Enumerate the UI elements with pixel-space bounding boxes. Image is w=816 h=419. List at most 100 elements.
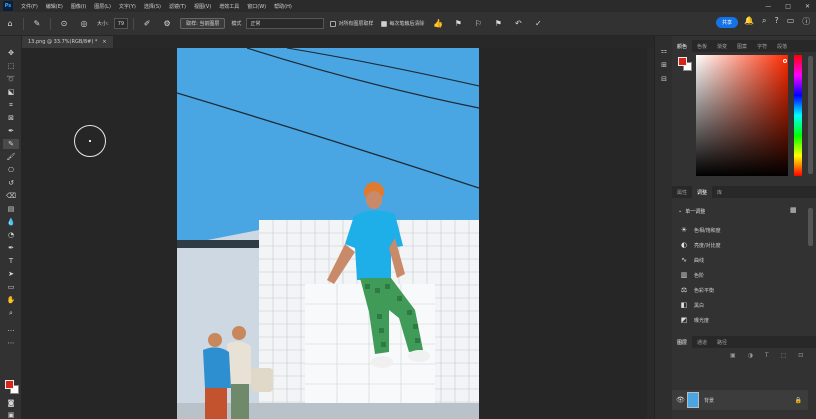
foreground-color-swatch[interactable] (5, 380, 14, 389)
tab-patterns[interactable]: 图案 (732, 40, 752, 52)
filter-type-icon[interactable]: T (765, 352, 769, 359)
adjustments-section-header[interactable]: ⌄ 单一调整 (678, 208, 705, 215)
healing-brush-icon[interactable]: ✎ (30, 17, 44, 31)
filter-pixel-icon[interactable]: ▣ (730, 352, 736, 359)
menu-layer[interactable]: 图层(L) (90, 3, 115, 10)
filter-smart-icon[interactable]: ⊡ (798, 352, 803, 359)
auto-clear-option[interactable]: 每次笔触后清除 (381, 20, 424, 27)
clone-stamp-tool-icon[interactable]: ⎔ (3, 165, 19, 175)
menu-help[interactable]: 帮助(H) (270, 3, 296, 10)
marquee-tool-icon[interactable]: ⬚ (3, 61, 19, 71)
edit-toolbar-icon[interactable]: ⋯ (3, 338, 19, 348)
photo-canvas[interactable] (177, 48, 479, 419)
mode-select[interactable]: 正常 (246, 18, 325, 29)
lasso-tool-icon[interactable]: ➰ (3, 74, 19, 84)
undo-icon[interactable]: ↶ (511, 17, 525, 31)
home-icon[interactable]: ⌂ (3, 17, 17, 31)
canvas-vertical-scrollbar[interactable] (647, 48, 654, 419)
menu-file[interactable]: 文件(F) (17, 3, 42, 10)
frame-tool-icon[interactable]: ⊠ (3, 113, 19, 123)
properties-panel-icon[interactable]: ⊟ (659, 74, 669, 84)
workspace-icon[interactable]: ▭ (787, 16, 795, 27)
hue-slider[interactable] (794, 55, 802, 176)
pressure-icon[interactable]: ✐ (140, 17, 154, 31)
sample-all-layers-checkbox[interactable] (330, 20, 337, 27)
adjustment-black-white[interactable]: ◧ 黑白 (680, 300, 704, 310)
gradient-tool-icon[interactable]: ▤ (3, 204, 19, 214)
flag-icon[interactable]: ⚑ (451, 17, 465, 31)
tab-paragraph[interactable]: 段落 (772, 40, 792, 52)
color-picker-field[interactable] (696, 55, 788, 176)
adjustments-scrollbar[interactable] (808, 208, 813, 246)
filter-adjust-icon[interactable]: ◑ (748, 352, 753, 359)
minimize-button[interactable]: — (765, 3, 771, 10)
brush-preset-icon[interactable]: ⊙ (57, 17, 71, 31)
close-window-button[interactable]: ✕ (805, 3, 810, 10)
menu-edit[interactable]: 编辑(E) (42, 3, 67, 10)
menu-plugins[interactable]: 增效工具 (215, 3, 243, 10)
sample-all-layers-option[interactable]: 对所有图层取样 (330, 20, 373, 27)
notifications-icon[interactable]: 🔔 (744, 16, 754, 27)
panel-foreground-color[interactable] (678, 57, 687, 66)
document-close-icon[interactable]: × (102, 39, 106, 45)
menu-image[interactable]: 图像(I) (67, 3, 90, 10)
sample-all-button[interactable]: 取样: 当前图层 (180, 18, 226, 29)
blur-tool-icon[interactable]: 💧 (3, 217, 19, 227)
tab-character[interactable]: 字符 (752, 40, 772, 52)
share-button[interactable]: 共享 (716, 17, 738, 28)
adjustment-curves[interactable]: ∿ 曲线 (680, 255, 704, 265)
adjustment-hue-saturation[interactable]: ☀ 色相/饱和度 (680, 225, 721, 235)
menu-window[interactable]: 窗口(W) (243, 3, 270, 10)
screen-mode-icon[interactable]: ▣ (3, 410, 19, 419)
help-icon[interactable]: ? (774, 16, 778, 27)
grid-view-icon[interactable]: ▦ (790, 206, 797, 214)
brush-size-field[interactable]: 79 (113, 18, 129, 29)
menu-type[interactable]: 文字(Y) (115, 3, 140, 10)
path-select-tool-icon[interactable]: ➤ (3, 269, 19, 279)
adjustment-levels[interactable]: ▥ 色阶 (680, 270, 704, 280)
rectangle-tool-icon[interactable]: ▭ (3, 282, 19, 292)
tab-swatches[interactable]: 色板 (692, 40, 712, 52)
tab-properties[interactable]: 属性 (672, 186, 692, 198)
visibility-eye-icon[interactable]: 👁 (676, 396, 685, 404)
adjustment-brightness-contrast[interactable]: ◐ 亮度/对比度 (680, 240, 721, 250)
tab-layers[interactable]: 图层 (672, 336, 693, 348)
filter-shape-icon[interactable]: ⬚ (781, 352, 787, 359)
tab-channels[interactable]: 通道 (692, 336, 712, 348)
history-brush-tool-icon[interactable]: ↺ (3, 178, 19, 188)
search-icon[interactable]: ⌕ (762, 16, 766, 27)
type-tool-icon[interactable]: T (3, 256, 19, 266)
tab-adjustments[interactable]: 调整 (692, 186, 713, 198)
thumb-up-icon[interactable]: 👍 (431, 17, 445, 31)
brush-settings-icon[interactable]: ◎ (77, 17, 91, 31)
menu-view[interactable]: 视图(V) (190, 3, 215, 10)
canvas-area[interactable] (22, 48, 654, 419)
document-tab[interactable]: 13.png @ 33.7%(RGB/8#) * × (22, 36, 113, 48)
adjustment-exposure[interactable]: ◩ 曝光度 (680, 315, 709, 325)
maximize-button[interactable]: □ (785, 3, 791, 10)
quick-mask-icon[interactable]: ◙ (3, 398, 19, 408)
layer-row-background[interactable]: 👁 背景 🔒 (672, 390, 808, 410)
tab-paths[interactable]: 路径 (712, 336, 732, 348)
tab-libraries[interactable]: 库 (712, 186, 727, 198)
color-panel-scrollbar[interactable] (808, 56, 813, 174)
info-icon[interactable]: ⓘ (802, 16, 810, 27)
menu-filter[interactable]: 滤镜(T) (165, 3, 190, 10)
eraser-tool-icon[interactable]: ⌫ (3, 191, 19, 201)
tab-color[interactable]: 颜色 (672, 40, 693, 52)
healing-brush-tool-icon[interactable]: ✎ (3, 139, 19, 149)
dodge-tool-icon[interactable]: ◔ (3, 230, 19, 240)
pen-tool-icon[interactable]: ✒ (3, 243, 19, 253)
settings-gear-icon[interactable]: ⚙ (160, 17, 174, 31)
commit-check-icon[interactable]: ✓ (531, 17, 545, 31)
flag-alt-icon[interactable]: ⚑ (491, 17, 505, 31)
brush-settings-panel-icon[interactable]: ⊞ (659, 60, 669, 70)
object-select-tool-icon[interactable]: ⬕ (3, 87, 19, 97)
crop-tool-icon[interactable]: ⌗ (3, 100, 19, 110)
more-tools-icon[interactable]: … (3, 324, 19, 334)
history-panel-icon[interactable]: ⚏ (659, 46, 669, 56)
eyedropper-tool-icon[interactable]: ✒ (3, 126, 19, 136)
tab-gradients[interactable]: 渐变 (712, 40, 732, 52)
color-picker-handle[interactable] (783, 59, 787, 63)
flag-outline-icon[interactable]: ⚐ (471, 17, 485, 31)
